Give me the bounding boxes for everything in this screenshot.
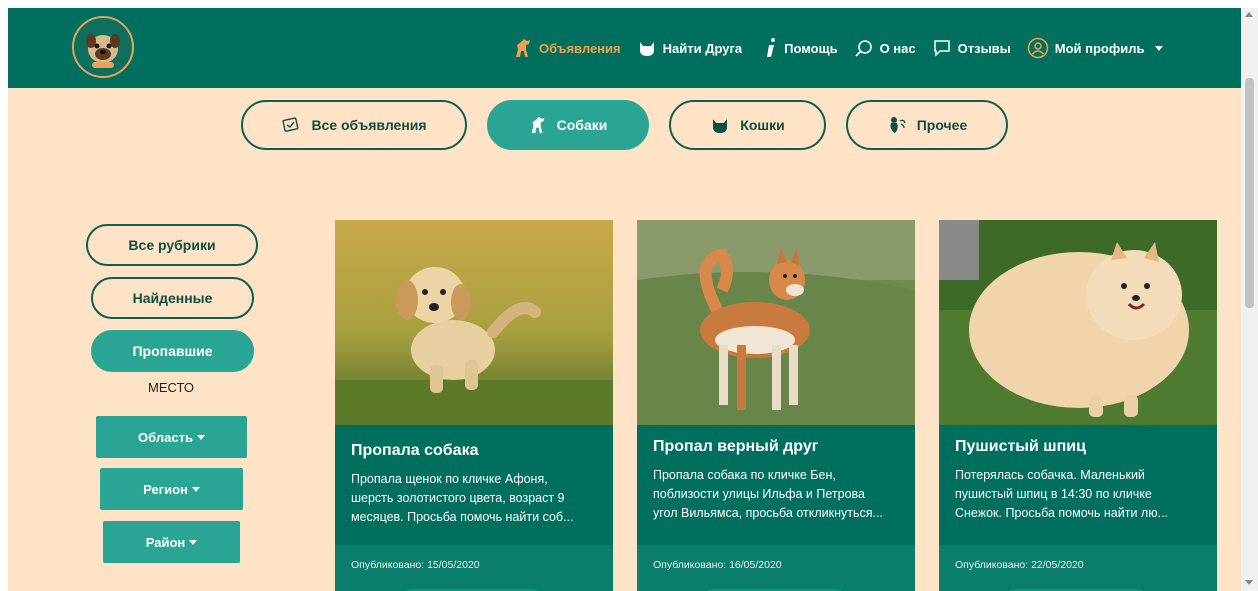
card-text: Пропала щенок по кличке Афоня, шерсть зо… <box>351 470 599 527</box>
nav-item-profile[interactable]: Мой профиль <box>1027 37 1163 59</box>
region-dropdown[interactable]: Область <box>96 416 247 458</box>
nav-label-profile: Мой профиль <box>1054 40 1145 56</box>
ads-icon <box>282 117 299 132</box>
card-text-line: поблизости улицы Ильфа и Петрова <box>653 487 865 501</box>
tab-cats[interactable]: Кошки <box>669 100 826 150</box>
card-text-line: Снежок. Просьба помочь найти лю... <box>955 506 1169 520</box>
logo[interactable] <box>72 16 134 78</box>
dog-icon <box>516 39 530 57</box>
nav-label-reviews: Отзывы <box>957 40 1011 56</box>
tab-label: Прочее <box>916 117 968 133</box>
nav-label-ads: Объявления <box>539 40 621 56</box>
search-icon <box>854 40 872 57</box>
nav-item-ads[interactable]: Объявления <box>513 37 621 59</box>
scroll-up-icon[interactable] <box>1245 12 1253 17</box>
card-date: Опубликовано: 15/05/2020 <box>351 559 480 571</box>
card-footer: Опубликовано: 22/05/2020 <box>939 545 1217 591</box>
place-label: МЕСТО <box>148 380 194 395</box>
card-footer: Опубликовано: 16/05/2020 <box>637 545 915 591</box>
rubric-label: Найденные <box>132 290 213 306</box>
card-text-line: шерсть золотистого цвета, возраст 9 <box>351 491 565 505</box>
dog-icon <box>531 116 544 134</box>
area-dropdown[interactable]: Регион <box>100 468 243 510</box>
bird-icon <box>890 117 906 133</box>
rubric-lost[interactable]: Пропавшие <box>91 330 254 372</box>
card-title: Пропала собака <box>351 442 479 459</box>
ad-card[interactable]: Пропал верный друг Пропала собака по кли… <box>637 220 915 591</box>
card-title: Пропал верный друг <box>653 438 819 455</box>
card-text-line: пушистый шпиц в 14:30 по кличке <box>955 487 1152 501</box>
chevron-down-icon <box>1154 45 1163 51</box>
chevron-down-icon <box>189 539 198 545</box>
nav-item-find-friend[interactable]: Найти Друга <box>637 38 743 58</box>
ad-card[interactable]: Пропала собака Пропала щенок по кличке А… <box>335 220 613 591</box>
nav-label-find-friend: Найти Друга <box>662 40 743 56</box>
dropdown-label: Область <box>138 429 193 445</box>
nav-item-about[interactable]: О нас <box>854 38 916 58</box>
card-text-line: месяцев. Просьба помочь найти соб... <box>351 510 574 524</box>
page: Объявления Найти Друга Помощь О нас Отзы… <box>8 8 1241 591</box>
dropdown-label: Регион <box>143 481 188 497</box>
card-text-line: угол Вильямса, просьба откликнуться... <box>653 506 883 520</box>
card-text: Пропала собака по кличке Бен, поблизости… <box>653 466 901 523</box>
tab-label: Собаки <box>556 117 608 133</box>
top-navbar: Объявления Найти Друга Помощь О нас Отзы… <box>8 8 1241 88</box>
card-text: Потерялась собачка. Маленький пушистый ш… <box>955 466 1203 523</box>
scroll-down-icon[interactable] <box>1245 580 1253 585</box>
card-date: Опубликовано: 22/05/2020 <box>955 559 1084 571</box>
tab-dogs[interactable]: Собаки <box>487 100 649 150</box>
info-icon <box>767 38 776 57</box>
chat-icon <box>933 40 950 57</box>
scroll-thumb[interactable] <box>1245 78 1254 308</box>
nav-label-help: Помощь <box>784 40 838 56</box>
card-text-line: Пропала собака по кличке Бен, <box>653 468 836 482</box>
card-date: Опубликовано: 16/05/2020 <box>653 559 782 571</box>
rubric-label: Пропавшие <box>132 343 213 359</box>
user-icon <box>1027 37 1049 59</box>
tab-all-ads[interactable]: Все объявления <box>241 100 467 150</box>
tab-label: Все объявления <box>311 117 427 133</box>
card-footer: Опубликовано: 15/05/2020 <box>335 545 613 591</box>
spitz-photo <box>939 220 1217 425</box>
card-text-line: Потерялась собачка. Маленький <box>955 468 1145 482</box>
nav-item-reviews[interactable]: Отзывы <box>932 38 1011 58</box>
scrollbar[interactable] <box>1241 8 1258 591</box>
rubric-all[interactable]: Все рубрики <box>86 224 258 266</box>
cat-icon <box>713 119 728 133</box>
dropdown-label: Район <box>145 534 186 550</box>
district-dropdown[interactable]: Район <box>103 521 240 563</box>
puppy-photo <box>335 220 613 425</box>
nav-label-about: О нас <box>879 40 916 56</box>
ad-card[interactable]: Пушистый шпиц Потерялась собачка. Малень… <box>939 220 1217 591</box>
rubric-label: Все рубрики <box>128 237 216 253</box>
category-tabs: Все объявления Собаки Кошки Прочее <box>8 100 1241 150</box>
pug-logo-icon <box>86 34 120 68</box>
main-nav: Объявления Найти Друга Помощь О нас Отзы… <box>513 8 1179 88</box>
chevron-down-icon <box>196 434 205 440</box>
cat-icon <box>639 42 654 56</box>
akita-photo <box>637 220 915 425</box>
nav-item-help[interactable]: Помощь <box>764 37 838 59</box>
chevron-down-icon <box>191 486 200 492</box>
card-title: Пушистый шпиц <box>955 438 1086 455</box>
tab-label: Кошки <box>740 117 785 133</box>
tab-other[interactable]: Прочее <box>846 100 1008 150</box>
rubric-found[interactable]: Найденные <box>91 277 254 319</box>
card-text-line: Пропала щенок по кличке Афоня, <box>351 472 548 486</box>
